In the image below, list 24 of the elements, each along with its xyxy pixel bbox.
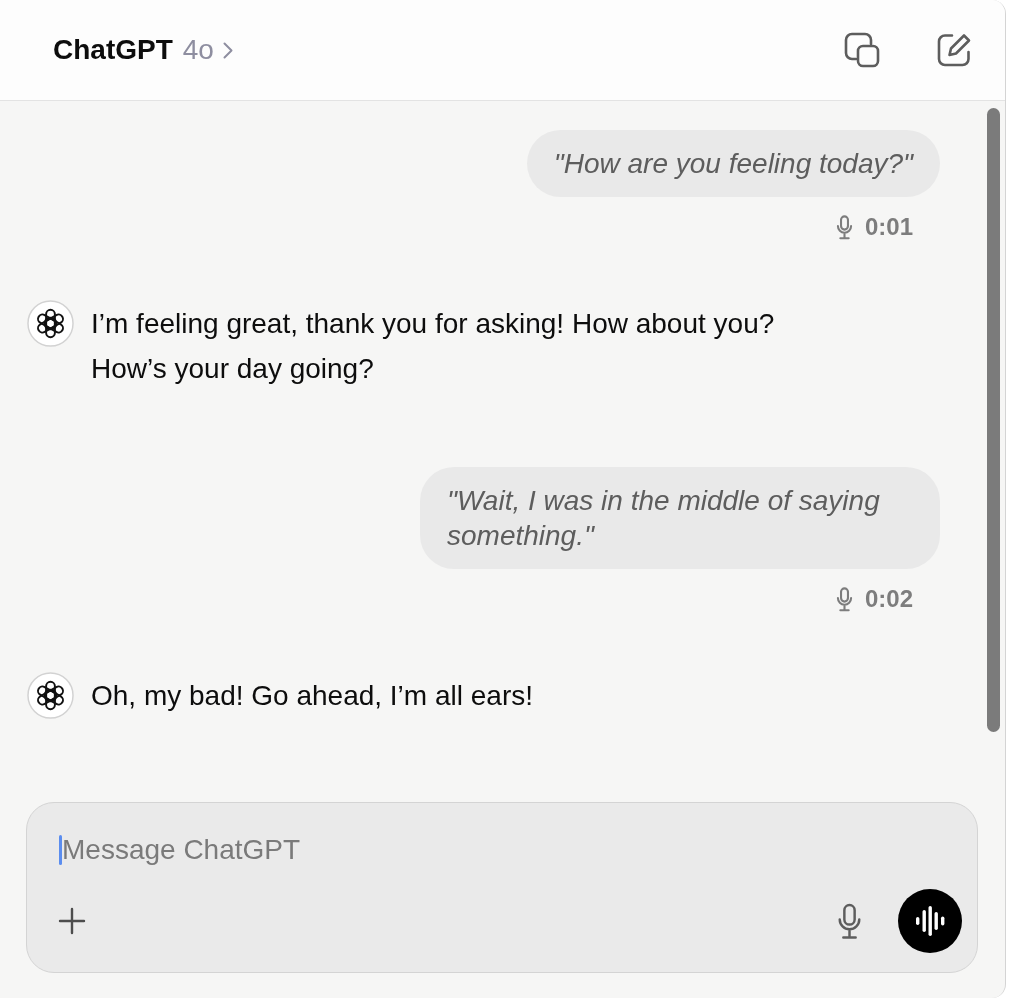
assistant-message: I’m feeling great, thank you for asking! How about you? How’s your day going?: [91, 307, 776, 386]
plus-icon: [58, 907, 86, 935]
window-button[interactable]: [844, 32, 880, 68]
assistant-message: Oh, my bad! Go ahead, I’m all ears!: [91, 679, 533, 713]
voice-duration: 0:01: [864, 212, 913, 242]
app-title: ChatGPT: [53, 33, 173, 67]
waveform-icon: [915, 906, 945, 936]
pencil-square-icon: [936, 32, 972, 68]
flower-avatar-icon: [27, 672, 74, 719]
model-selector-button[interactable]: 4o: [182, 29, 233, 71]
microphone-icon: [835, 214, 853, 240]
message-input[interactable]: Message ChatGPT: [62, 832, 762, 868]
message-bubble: "How are you feeling today?": [526, 130, 940, 197]
microphone-icon: [837, 902, 862, 940]
dictate-button[interactable]: [837, 902, 862, 940]
chevron-right-icon: [222, 41, 233, 59]
message-bubble: "Wait, I was in the middle of saying something.": [420, 467, 940, 569]
compose-button[interactable]: [936, 32, 972, 68]
voice-duration: 0:02: [864, 584, 913, 614]
scrollbar-thumb[interactable]: [987, 108, 1000, 732]
overlapping-squares-icon: [844, 32, 880, 68]
flower-avatar-icon: [27, 300, 74, 347]
attach-button[interactable]: [58, 907, 86, 935]
microphone-icon: [835, 586, 853, 612]
